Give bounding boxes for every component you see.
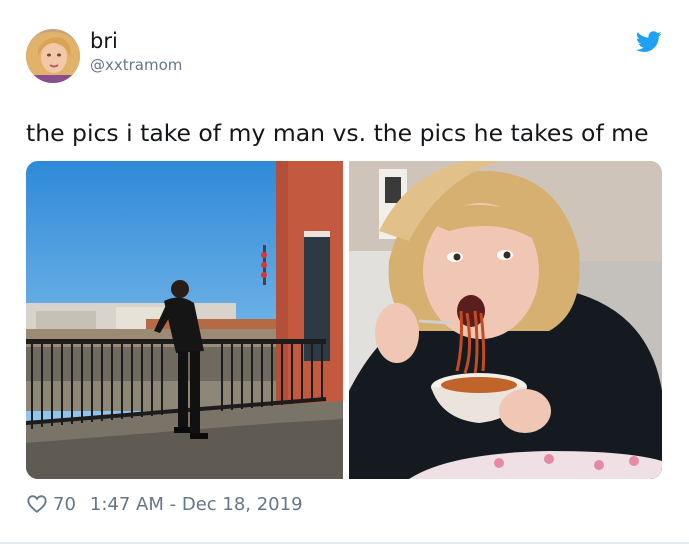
media-grid bbox=[26, 161, 662, 479]
user-handle[interactable]: @xxtramom bbox=[90, 56, 182, 74]
avatar[interactable] bbox=[26, 29, 80, 83]
heart-outline-icon[interactable] bbox=[26, 493, 48, 515]
photo-woman-eating-spaghetti[interactable] bbox=[349, 161, 662, 479]
like-count[interactable]: 70 bbox=[53, 494, 76, 515]
photo-man-on-balcony[interactable] bbox=[26, 161, 343, 479]
display-name[interactable]: bri bbox=[90, 28, 118, 54]
tweet-card: bri @xxtramom the pics i take of my man … bbox=[0, 0, 689, 544]
tweet-footer: 70 1:47 AM - Dec 18, 2019 bbox=[26, 490, 303, 518]
twitter-bird-icon[interactable] bbox=[635, 31, 662, 53]
tweet-timestamp[interactable]: 1:47 AM - Dec 18, 2019 bbox=[90, 494, 303, 515]
tweet-text: the pics i take of my man vs. the pics h… bbox=[26, 119, 649, 147]
avatar-image bbox=[26, 29, 80, 83]
